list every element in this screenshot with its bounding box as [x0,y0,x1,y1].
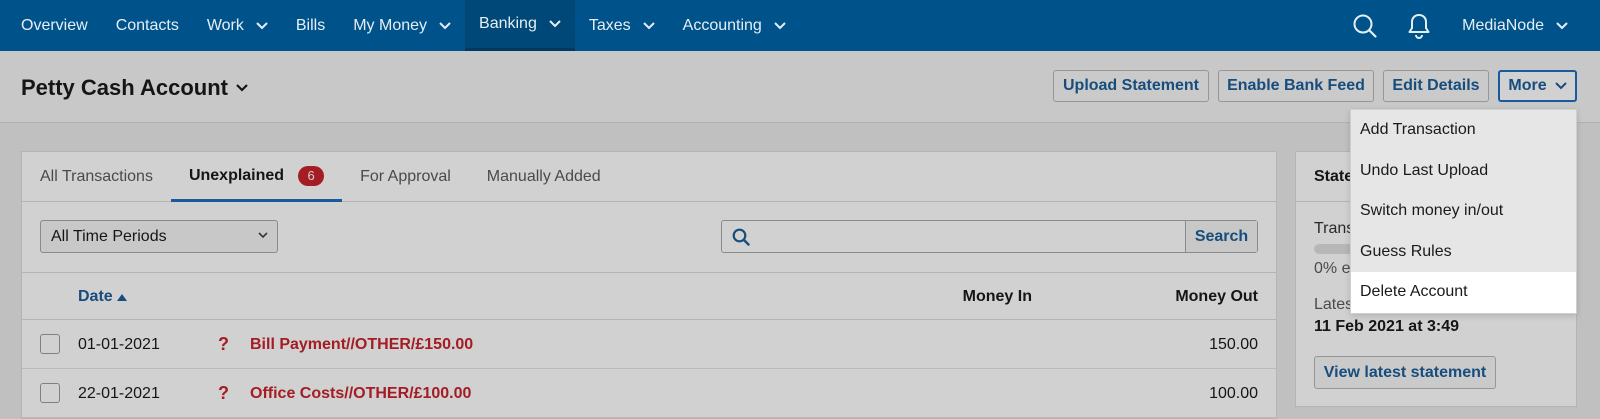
progress-percent: 0% e [1314,260,1351,277]
statement-card-title: State [1314,168,1354,185]
row-date: 22-01-2021 [78,385,160,402]
search-input[interactable] [760,221,1185,252]
sort-ascending-icon [116,293,127,301]
time-period-select[interactable]: All Time Periods [40,220,278,253]
row-date: 01-01-2021 [78,336,160,353]
nav-taxes[interactable]: Taxes [575,0,669,51]
money-out-column-header: Money Out [1175,288,1258,305]
more-button[interactable]: More [1498,70,1577,102]
view-latest-statement-button[interactable]: View latest statement [1314,356,1496,389]
more-dropdown-menu: Add Transaction Undo Last Upload Switch … [1350,109,1577,314]
search-icon[interactable] [1338,0,1392,51]
upload-statement-button[interactable]: Upload Statement [1053,70,1209,102]
table-row[interactable]: 22-01-2021 ? Office Costs//OTHER/£100.00… [22,369,1276,418]
table-header: Date Money In Money Out [22,273,1276,320]
menu-item-add-transaction[interactable]: Add Transaction [1351,110,1576,151]
row-description[interactable]: Bill Payment//OTHER/£150.00 [250,336,473,354]
tab-for-approval[interactable]: For Approval [342,152,469,202]
enable-bank-feed-button[interactable]: Enable Bank Feed [1218,70,1374,102]
menu-item-undo-last-upload[interactable]: Undo Last Upload [1351,150,1576,191]
transaction-tabs: All Transactions Unexplained 6 For Approv… [22,152,1276,202]
latest-statement-date: 11 Feb 2021 at 3:49 [1314,318,1459,335]
chevron-down-icon [642,21,655,29]
latest-label: Lates [1314,296,1354,313]
tab-all-transactions[interactable]: All Transactions [22,152,171,202]
chevron-down-icon [256,21,268,29]
nav-bills[interactable]: Bills [282,0,339,51]
transactions-card: All Transactions Unexplained 6 For Approv… [21,151,1277,419]
date-column-header[interactable]: Date [78,288,127,306]
row-checkbox[interactable] [40,383,60,403]
tab-manually-added[interactable]: Manually Added [469,152,619,202]
chevron-down-icon [258,232,268,239]
bell-icon[interactable] [1392,0,1446,51]
nav-right-group: MediaNode [1338,0,1600,51]
user-menu[interactable]: MediaNode [1446,17,1600,35]
chevron-down-icon [439,21,451,29]
table-row[interactable]: 01-01-2021 ? Bill Payment//OTHER/£150.00… [22,320,1276,369]
nav-banking[interactable]: Banking [465,0,575,51]
unexplained-count-badge: 6 [298,165,325,186]
tab-unexplained[interactable]: Unexplained 6 [170,152,343,202]
money-in-column-header: Money In [962,288,1032,305]
chevron-down-icon [236,84,248,92]
row-description[interactable]: Office Costs//OTHER/£100.00 [250,385,471,403]
transactions-label: Trans [1314,220,1355,237]
nav-my-money[interactable]: My Money [339,0,465,51]
row-money-out: 100.00 [1209,385,1258,402]
row-money-out: 150.00 [1209,336,1258,353]
menu-item-switch-money[interactable]: Switch money in/out [1351,191,1576,232]
nav-contacts[interactable]: Contacts [102,0,193,51]
unexplained-flag-icon: ? [218,383,229,403]
nav-work[interactable]: Work [193,0,282,51]
nav-overview[interactable]: Overview [0,0,102,51]
menu-item-guess-rules[interactable]: Guess Rules [1351,231,1576,272]
page-title[interactable]: Petty Cash Account [21,75,248,101]
menu-item-delete-account[interactable]: Delete Account [1351,272,1576,313]
top-navigation: Overview Contacts Work Bills My Money Ba… [0,0,1600,51]
unexplained-flag-icon: ? [218,334,229,354]
search-button[interactable]: Search [1185,221,1257,252]
chevron-down-icon [1556,21,1568,29]
search-box: Search [721,220,1258,253]
edit-details-button[interactable]: Edit Details [1383,70,1489,102]
row-checkbox[interactable] [40,334,60,354]
filter-row: All Time Periods Search [22,202,1276,273]
chevron-down-icon [774,21,786,29]
chevron-down-icon [1554,82,1567,90]
nav-accounting[interactable]: Accounting [669,0,800,51]
search-icon [722,221,760,252]
chevron-down-icon [549,20,561,28]
